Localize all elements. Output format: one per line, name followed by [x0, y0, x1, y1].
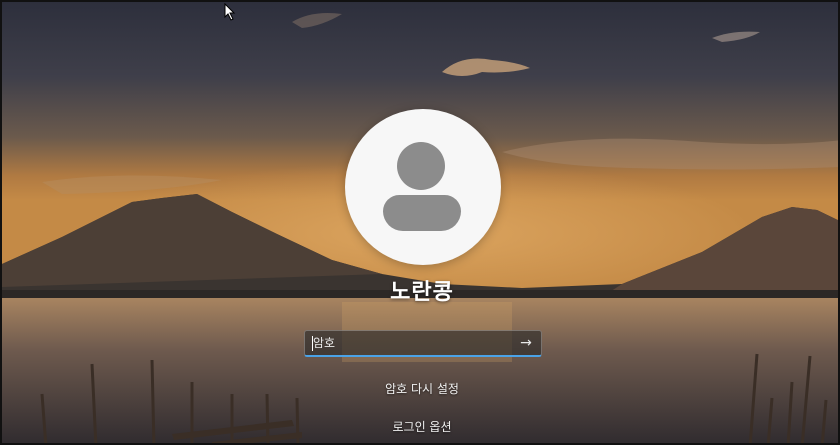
- password-input[interactable]: [311, 331, 513, 355]
- avatar-head: [397, 142, 445, 190]
- mouse-pointer-icon: [224, 3, 236, 21]
- arrow-right-icon: →: [520, 335, 532, 351]
- avatar-body: [383, 195, 461, 231]
- password-field[interactable]: →: [304, 330, 542, 357]
- submit-arrow-button[interactable]: →: [515, 333, 537, 353]
- reset-password-link[interactable]: 암호 다시 설정: [2, 380, 838, 397]
- lock-screen: 노란콩 → 암호 다시 설정 로그인 옵션: [0, 0, 840, 445]
- text-caret: [312, 336, 313, 351]
- signin-options-link[interactable]: 로그인 옵션: [2, 418, 838, 435]
- user-avatar-icon: [345, 109, 501, 265]
- username-label: 노란콩: [390, 280, 454, 305]
